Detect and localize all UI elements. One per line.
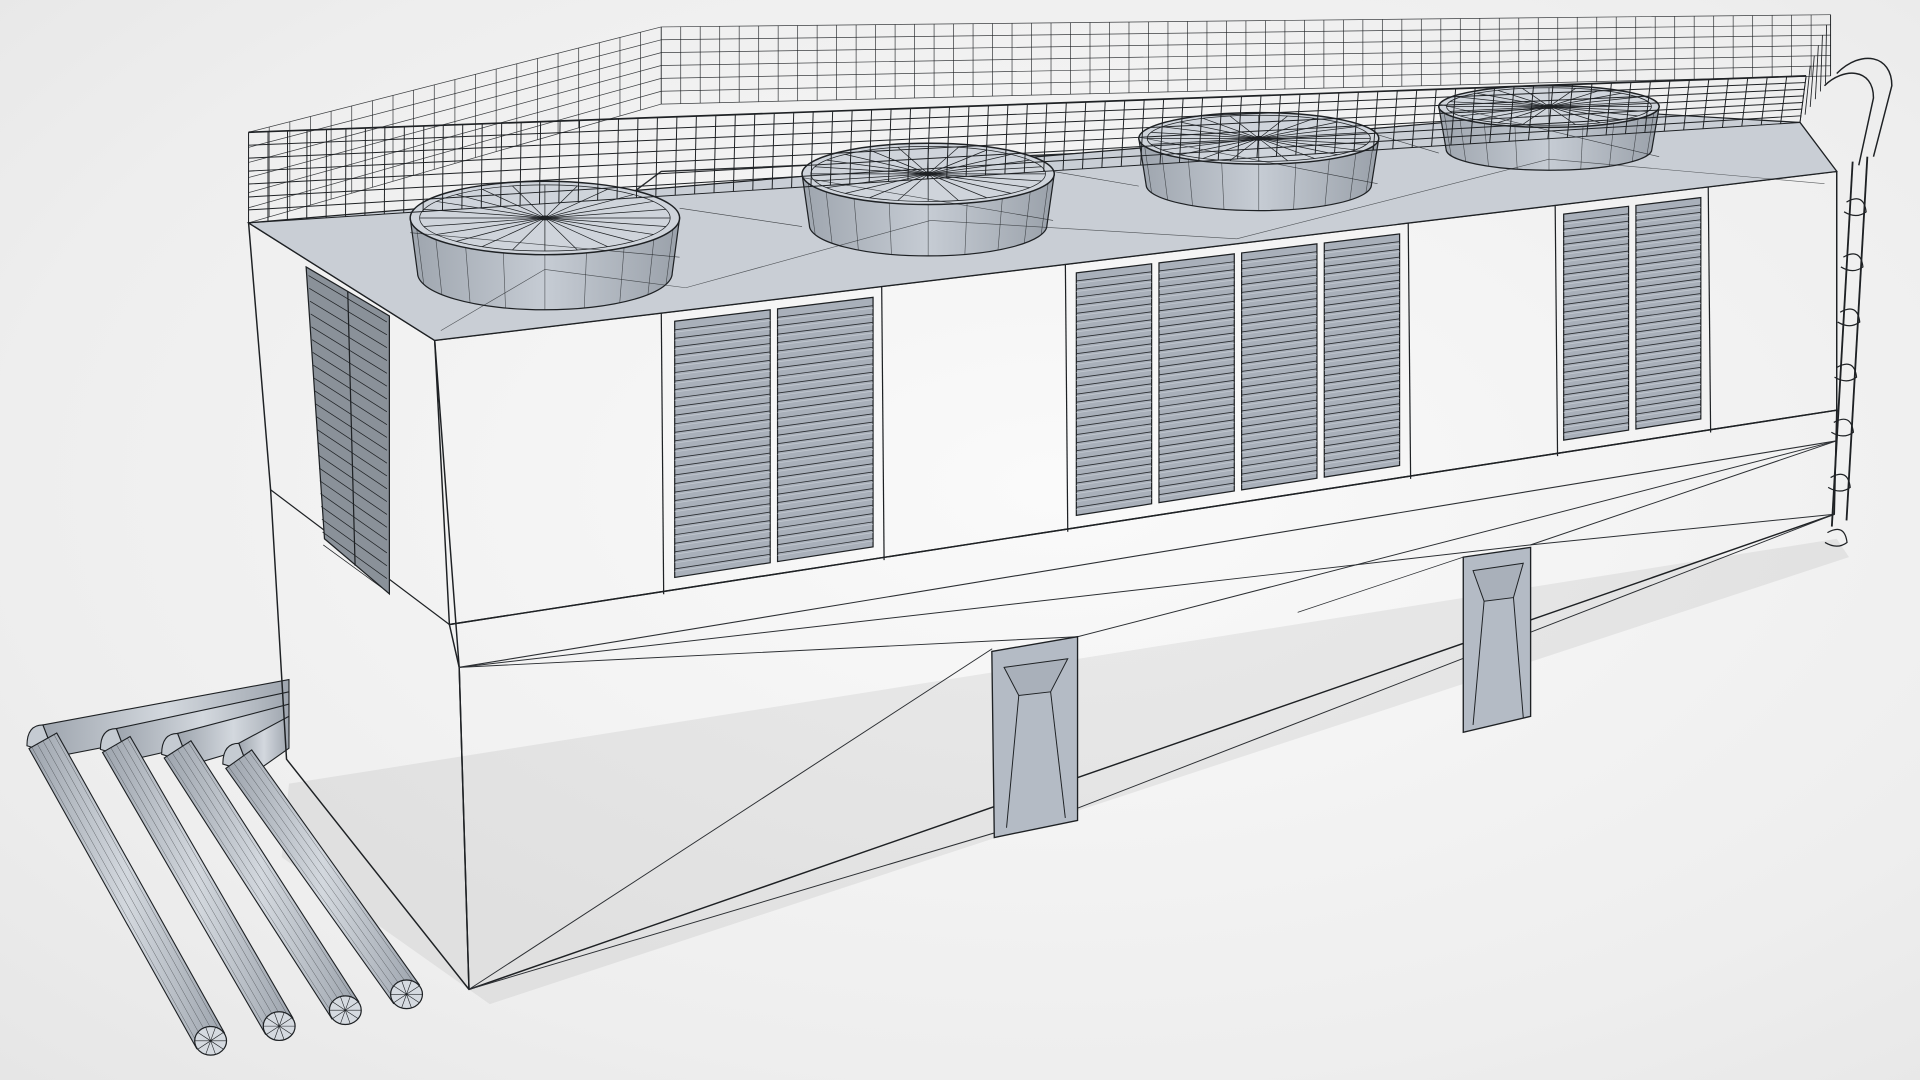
access-door-right (1462, 546, 1532, 734)
render-viewport (0, 0, 1920, 1080)
louver-panel (1563, 205, 1630, 441)
fan-icon (409, 180, 681, 311)
louver-panel (1635, 196, 1702, 430)
side-louver-panel (305, 265, 390, 596)
cooling-tower-render (26, 14, 1893, 1056)
louver-panel (1075, 263, 1153, 517)
louver-panel (1158, 253, 1235, 504)
louver-panel (1241, 243, 1318, 491)
louver-panel (1323, 233, 1401, 478)
louver-panel (776, 296, 874, 563)
ladder-icon (1823, 57, 1893, 547)
louver-panel (674, 309, 771, 579)
access-door-left (991, 635, 1079, 839)
